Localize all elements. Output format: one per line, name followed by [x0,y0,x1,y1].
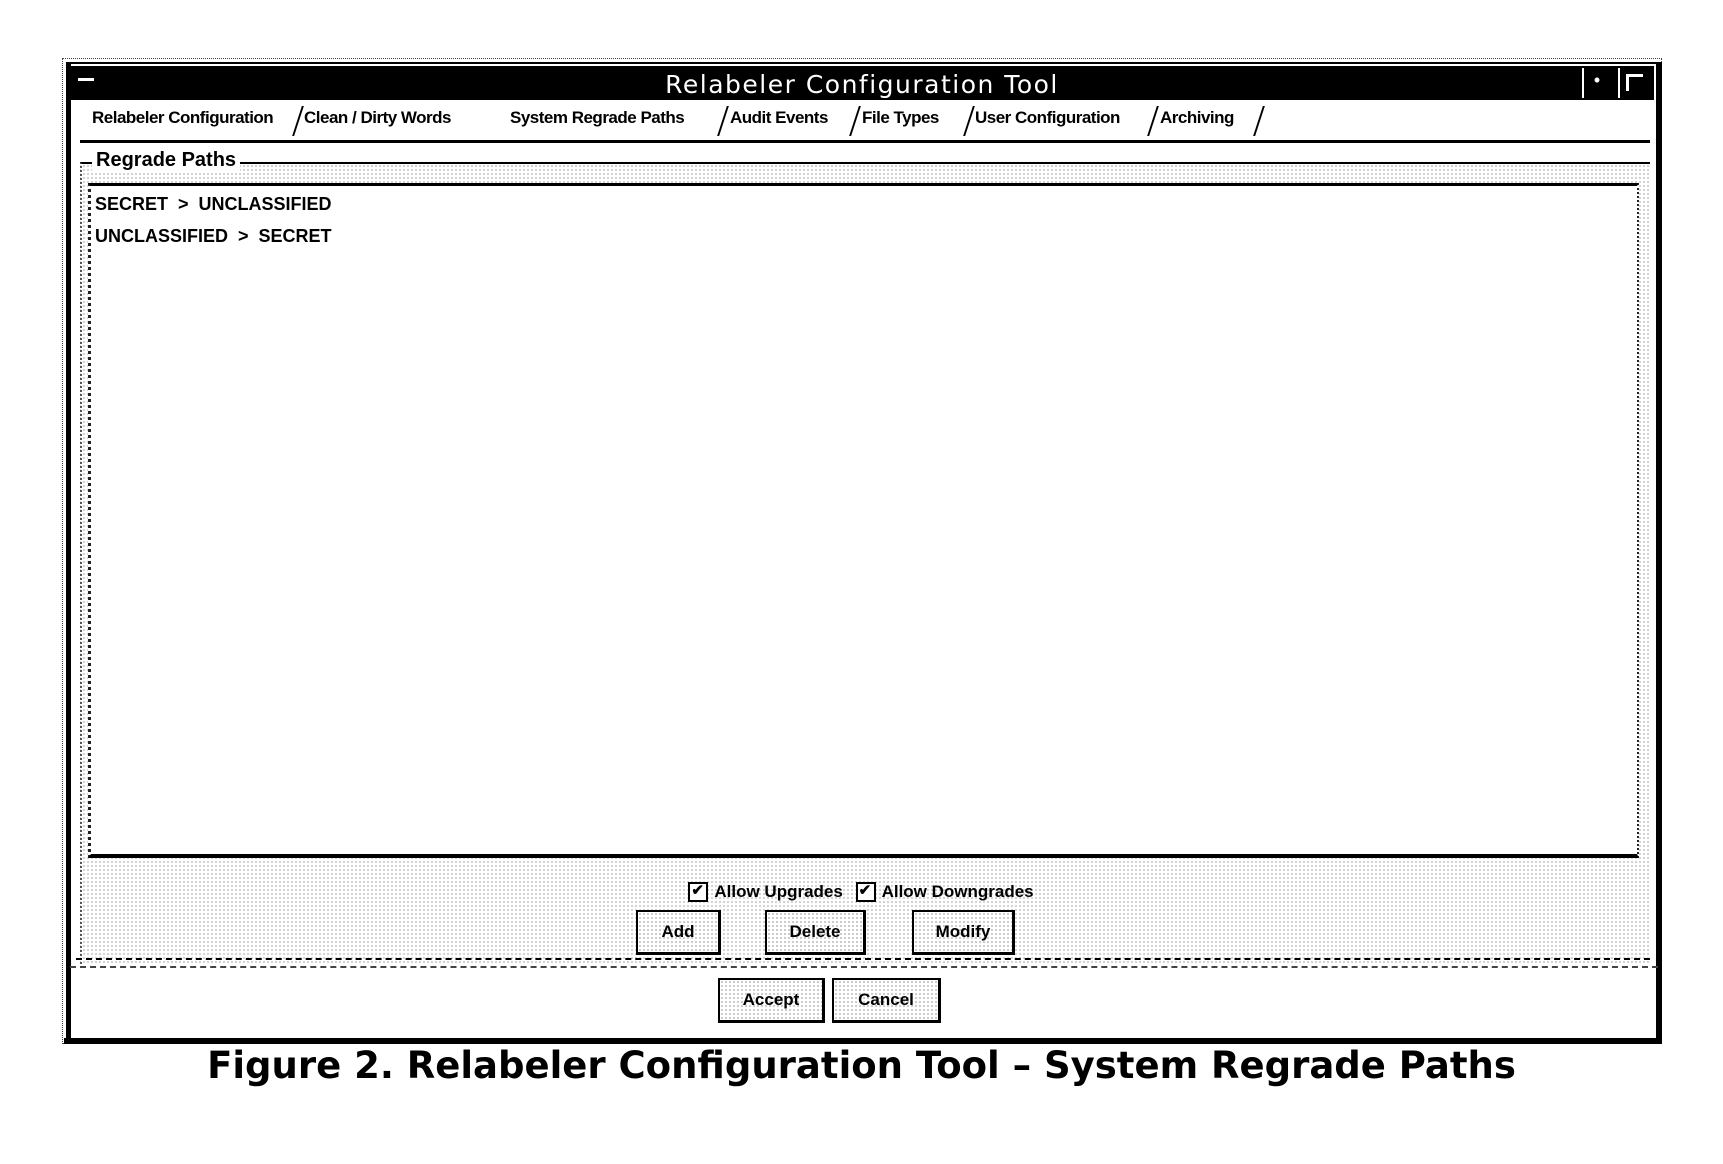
window-border-right [1656,62,1662,1044]
group-label: Regrade Paths [92,149,241,172]
list-actions-panel: Allow Upgrades Allow Downgrades Add Dele… [82,860,1640,956]
tab-file-types[interactable]: File Types [862,108,939,134]
checkbox-checked-icon [855,881,876,902]
modify-button[interactable]: Modify [912,910,1015,955]
tab-separator [717,106,729,136]
minimize-icon: • [1593,70,1601,90]
allow-upgrades-checkbox[interactable]: Allow Upgrades [688,881,843,902]
tab-separator [1147,106,1159,136]
checkbox-checked-icon [688,881,709,902]
allow-downgrades-checkbox[interactable]: Allow Downgrades [855,881,1034,902]
divider [76,958,1650,963]
maximize-button[interactable] [1618,68,1646,98]
tab-separator [963,106,975,136]
cancel-button[interactable]: Cancel [832,978,941,1023]
divider [70,966,1658,970]
tab-separator [292,106,304,136]
accept-button[interactable]: Accept [718,978,825,1023]
tab-audit-events[interactable]: Audit Events [730,108,828,134]
list-item[interactable]: UNCLASSIFIED > SECRET [95,226,332,247]
tab-user-configuration[interactable]: User Configuration [975,108,1120,134]
tab-bar: Relabeler Configuration Clean / Dirty Wo… [72,104,1652,138]
tab-relabeler-configuration[interactable]: Relabeler Configuration [92,108,274,134]
tab-separator [1253,106,1265,136]
window-border-left [66,62,71,1042]
list-item[interactable]: SECRET > UNCLASSIFIED [95,194,332,215]
tab-system-regrade-paths[interactable]: System Regrade Paths [510,108,685,134]
figure-caption: Figure 2. Relabeler Configuration Tool –… [207,1044,1516,1087]
title-bar[interactable]: Relabeler Configuration Tool • [70,66,1654,100]
options-row: Allow Upgrades Allow Downgrades [82,881,1640,907]
tab-archiving[interactable]: Archiving [1160,108,1234,134]
minimize-button[interactable]: • [1582,68,1610,98]
add-button[interactable]: Add [636,910,721,955]
allow-downgrades-label: Allow Downgrades [881,882,1034,901]
window-title: Relabeler Configuration Tool [665,70,1059,99]
delete-button[interactable]: Delete [765,910,866,955]
allow-upgrades-label: Allow Upgrades [714,882,843,901]
tab-panel-border [80,140,1650,143]
tab-separator [849,106,861,136]
tab-clean-dirty-words[interactable]: Clean / Dirty Words [304,108,452,134]
regrade-paths-list[interactable]: SECRET > UNCLASSIFIED UNCLASSIFIED > SEC… [88,183,1639,858]
